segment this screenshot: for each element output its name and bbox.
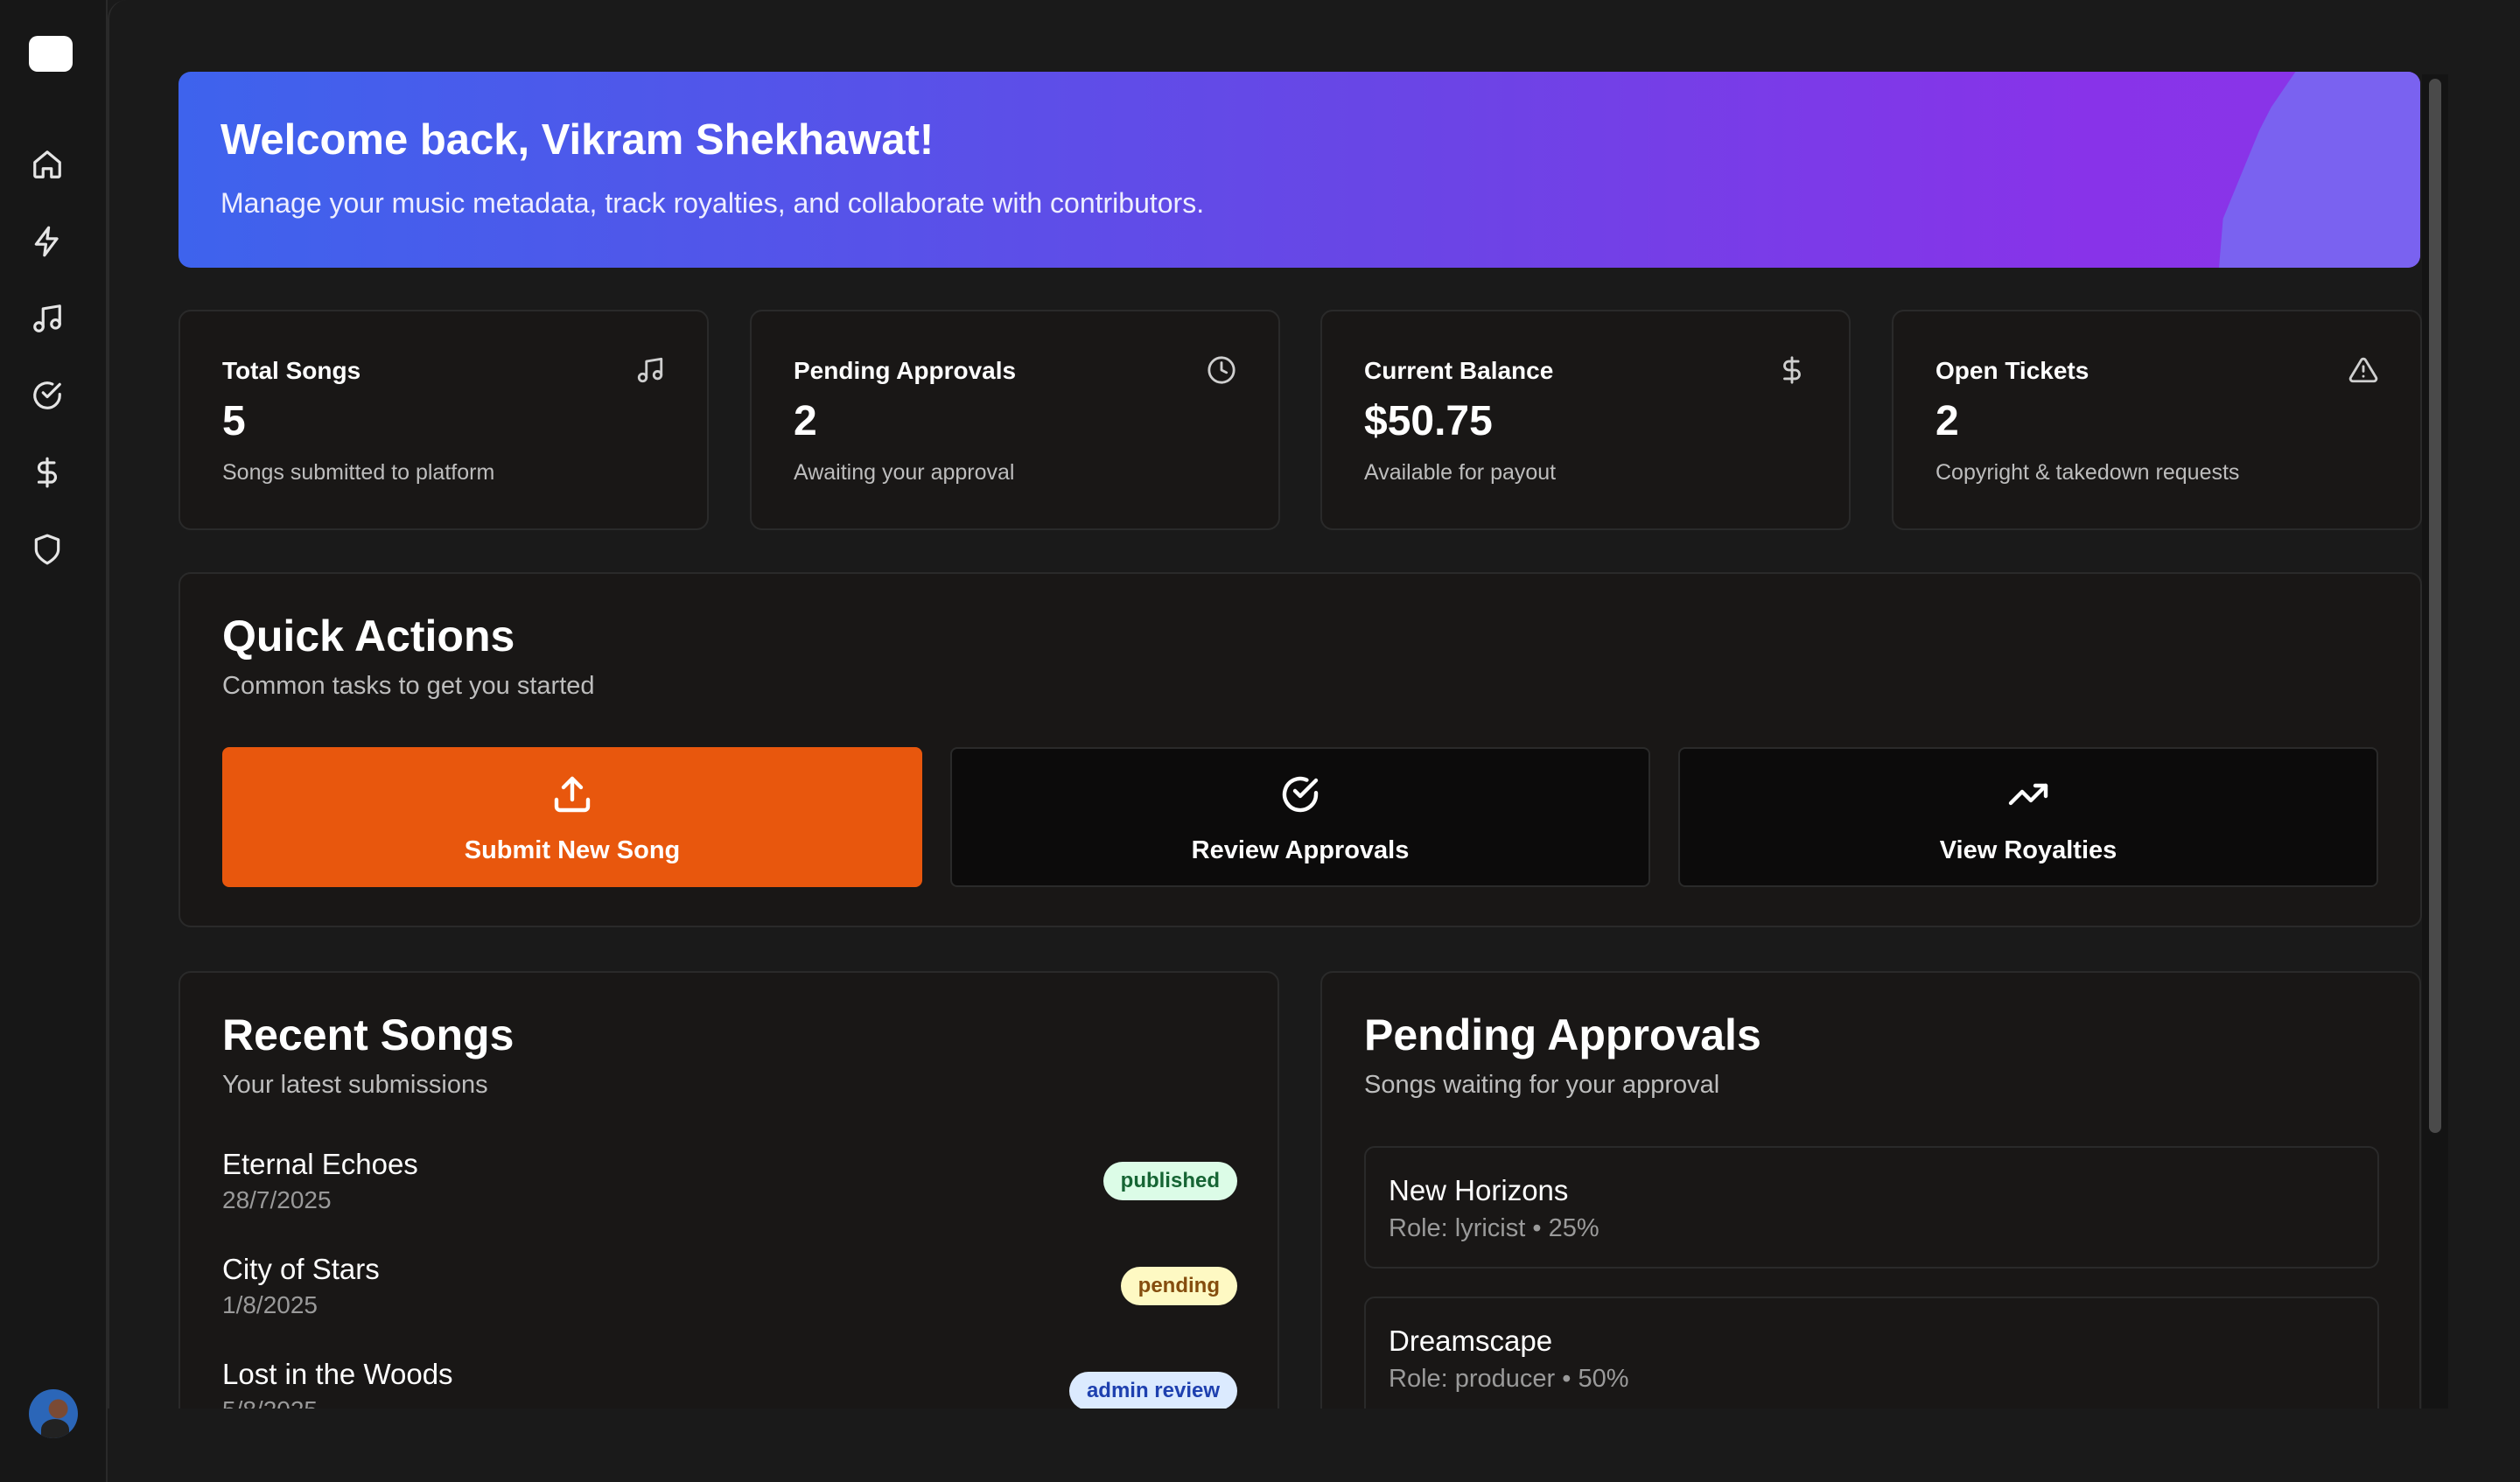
dollar-icon [1777,355,1807,385]
section-subtitle: Songs waiting for your approval [1364,1071,1720,1099]
approval-item[interactable]: New Horizons Role: lyricist • 25% [1364,1146,2379,1269]
shield-icon[interactable] [30,532,65,567]
bottom-bar [108,1409,2520,1482]
status-badge: pending [1120,1267,1237,1305]
section-title: Recent Songs [222,1010,514,1059]
submit-new-song-button[interactable]: Submit New Song [222,747,922,887]
pending-approvals-card: Pending Approvals Songs waiting for your… [1320,971,2421,1409]
scrollbar[interactable] [2422,74,2448,1409]
approval-item[interactable]: Dreamscape Role: producer • 50% [1364,1297,2379,1409]
scrollbar-thumb[interactable] [2429,79,2441,1133]
stat-label: Current Balance [1364,357,1554,384]
song-date: 1/8/2025 [222,1291,318,1318]
sidebar [0,0,108,1482]
stat-description: Songs submitted to platform [222,460,495,485]
music-note-icon [635,355,665,385]
button-label: View Royalties [1939,836,2118,864]
quick-actions-card: Quick Actions Common tasks to get you st… [178,572,2422,927]
stat-card-total-songs: Total Songs 5 Songs submitted to platfor… [178,310,709,530]
list-item[interactable]: City of Stars 1/8/2025 pending [222,1253,1237,1332]
song-title: Eternal Echoes [222,1148,418,1180]
warning-icon [2348,355,2378,385]
approval-song-title: Dreamscape [1389,1325,1553,1357]
approval-role: Role: producer • 50% [1389,1365,1629,1393]
button-label: Submit New Song [464,836,681,864]
stat-card-open-tickets: Open Tickets 2 Copyright & takedown requ… [1892,310,2422,530]
stat-label: Open Tickets [1936,357,2090,384]
trending-up-icon [2007,773,2049,815]
welcome-subtitle: Manage your music metadata, track royalt… [220,187,1205,219]
avatar[interactable] [29,1389,78,1438]
stat-value: 2 [1936,398,1959,444]
song-title: City of Stars [222,1253,380,1285]
section-subtitle: Your latest submissions [222,1071,488,1099]
clock-icon [1207,355,1236,385]
welcome-title: Welcome back, Vikram Shekhawat! [220,116,934,164]
status-badge: published [1102,1162,1237,1200]
stat-label: Total Songs [222,357,361,384]
content-area: Welcome back, Vikram Shekhawat! Manage y… [108,0,2422,1409]
approval-song-title: New Horizons [1389,1174,1569,1206]
list-item[interactable]: Eternal Echoes 28/7/2025 published [222,1148,1237,1227]
button-label: Review Approvals [1191,836,1410,864]
music-note-icon[interactable] [30,301,65,336]
stat-description: Copyright & takedown requests [1936,460,2240,485]
stat-value: 2 [794,398,817,444]
stat-value: $50.75 [1364,398,1493,444]
song-date: 28/7/2025 [222,1186,332,1213]
home-icon[interactable] [30,147,65,182]
welcome-banner: Welcome back, Vikram Shekhawat! Manage y… [178,72,2420,268]
check-circle-icon[interactable] [30,378,65,413]
stat-description: Available for payout [1364,460,1557,485]
section-subtitle: Common tasks to get you started [222,672,595,700]
check-circle-icon [1279,773,1321,815]
stat-value: 5 [222,398,246,444]
dollar-icon[interactable] [30,455,65,490]
stat-card-pending-approvals: Pending Approvals 2 Awaiting your approv… [750,310,1280,530]
app-logo[interactable] [29,36,73,72]
upload-icon [551,773,593,815]
review-approvals-button[interactable]: Review Approvals [950,747,1650,887]
banner-decoration [2219,72,2420,268]
section-title: Pending Approvals [1364,1010,1761,1059]
stat-description: Awaiting your approval [794,460,1015,485]
stat-card-current-balance: Current Balance $50.75 Available for pay… [1320,310,1851,530]
list-item[interactable]: Lost in the Woods 5/8/2025 admin review [222,1358,1237,1409]
song-title: Lost in the Woods [222,1358,453,1390]
approval-role: Role: lyricist • 25% [1389,1214,1600,1242]
stat-label: Pending Approvals [794,357,1017,384]
song-date: 5/8/2025 [222,1396,318,1409]
recent-songs-card: Recent Songs Your latest submissions Ete… [178,971,1279,1409]
view-royalties-button[interactable]: View Royalties [1678,747,2378,887]
lightning-icon[interactable] [30,224,65,259]
status-badge: admin review [1068,1372,1237,1409]
section-title: Quick Actions [222,612,515,661]
